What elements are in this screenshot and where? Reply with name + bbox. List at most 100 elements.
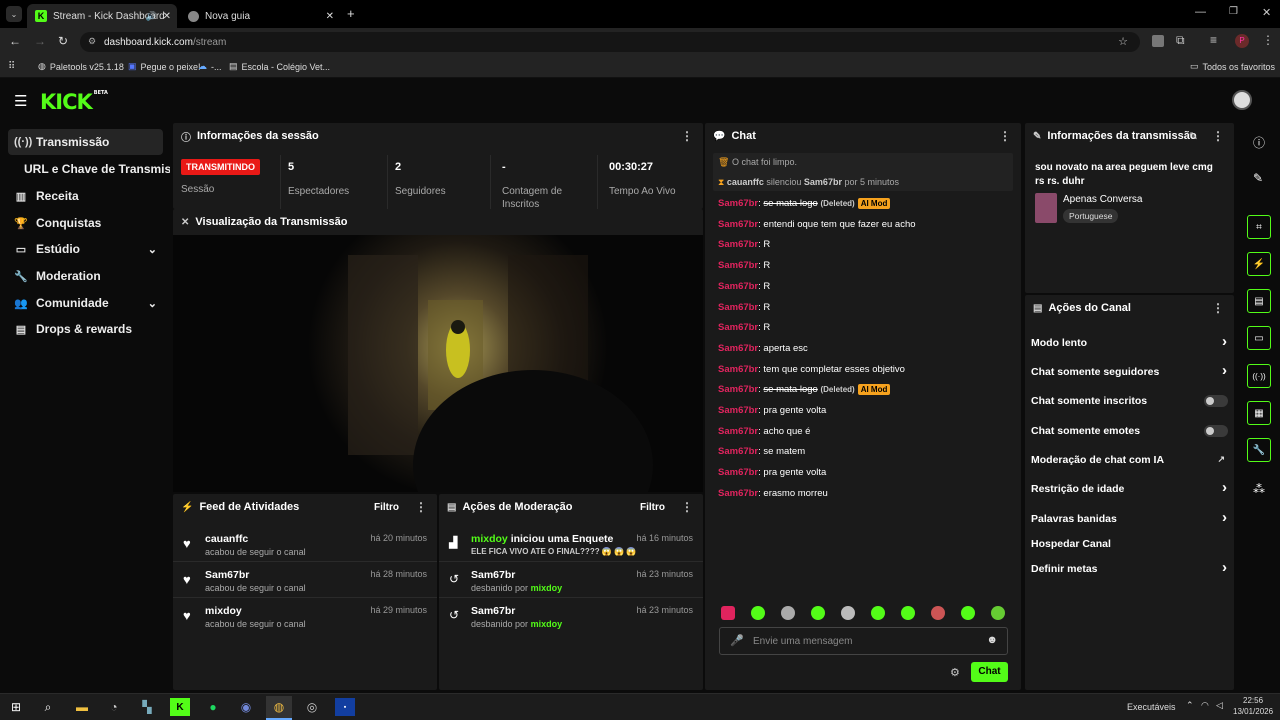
chat-settings-icon[interactable]: ⚙ xyxy=(950,666,960,679)
sidebar-item-comunidade[interactable]: 👥 Comunidade ⌄ xyxy=(8,290,163,316)
bookmark-item[interactable]: ☁ -... xyxy=(198,61,222,72)
chat-username[interactable]: Sam67br xyxy=(718,198,758,209)
emote-icon[interactable] xyxy=(871,606,885,620)
pencil-icon[interactable]: ✎ xyxy=(1253,171,1263,185)
category-name[interactable]: Apenas Conversa xyxy=(1063,194,1143,205)
action-slow-mode[interactable]: Modo lento › xyxy=(1031,333,1231,350)
bookmark-item[interactable]: ▤ Escola - Colégio Vet... xyxy=(229,61,330,72)
browser-tab-new[interactable]: Nova guia ✕ xyxy=(180,4,340,28)
more-options-icon[interactable]: ⋮ xyxy=(1212,301,1224,315)
sidebar-item-estudio[interactable]: ▭ Estúdio ⌄ xyxy=(8,236,163,262)
new-tab-button[interactable]: + xyxy=(347,6,355,21)
chat-username[interactable]: Sam67br xyxy=(718,384,758,395)
wrench-icon[interactable]: 🔧 xyxy=(1247,438,1271,462)
profile-avatar[interactable]: P xyxy=(1235,34,1249,48)
more-options-icon[interactable]: ⋮ xyxy=(415,500,427,514)
chat-username[interactable]: Sam67br xyxy=(718,219,758,230)
clock-date[interactable]: 13/01/2026 xyxy=(1233,707,1273,716)
chat-username[interactable]: Sam67br xyxy=(718,467,758,478)
puzzle-icon[interactable]: ⧉ xyxy=(1176,33,1185,48)
action-followers-only[interactable]: Chat somente seguidores › xyxy=(1031,362,1231,379)
chrome-icon[interactable]: ◍ xyxy=(266,696,292,720)
emoji-icon[interactable]: ☻ xyxy=(986,634,998,646)
filter-button[interactable]: Filtro xyxy=(640,502,665,513)
browser-tab-kick[interactable]: K Stream - Kick Dashboard 🔊 ✕ xyxy=(27,4,177,28)
action-host-channel[interactable]: Hospedar Canal xyxy=(1031,538,1231,550)
address-bar[interactable]: ⚙ dashboard.kick.com/stream ☆ xyxy=(80,32,1140,52)
moderator-name[interactable]: mixdoy xyxy=(471,533,508,545)
sidebar-item-moderation[interactable]: 🔧 Moderation xyxy=(8,263,163,289)
window-close-button[interactable]: ✕ xyxy=(1262,6,1271,19)
emote-icon[interactable] xyxy=(961,606,975,620)
emotes-only-toggle[interactable] xyxy=(1204,425,1228,437)
chat-username[interactable]: Sam67br xyxy=(718,322,758,333)
nodes-icon[interactable]: ⁂ xyxy=(1253,482,1265,496)
sidebar-item-receita[interactable]: ▥ Receita xyxy=(8,183,163,209)
sidebar-item-transmissao[interactable]: ((·)) Transmissão xyxy=(8,129,163,155)
close-icon[interactable]: ✕ xyxy=(163,11,171,22)
file-explorer-icon[interactable]: ▬ xyxy=(72,698,92,716)
edit-icon[interactable]: ✎ xyxy=(1189,130,1198,143)
more-options-icon[interactable]: ⋮ xyxy=(1212,129,1224,143)
sidebar-item-conquistas[interactable]: 🏆 Conquistas xyxy=(8,210,163,236)
media-icon[interactable]: ≡ xyxy=(1210,33,1217,47)
bookmark-star-icon[interactable]: ☆ xyxy=(1118,35,1128,48)
emote-icon[interactable] xyxy=(751,606,765,620)
chat-username[interactable]: Sam67br xyxy=(718,446,758,457)
clock-time[interactable]: 22:56 xyxy=(1243,696,1263,705)
app-icon[interactable]: ◔ xyxy=(104,698,124,716)
emote-icon[interactable] xyxy=(991,606,1005,620)
site-info-icon[interactable]: ⚙ xyxy=(88,36,96,47)
filter-button[interactable]: Filtro xyxy=(374,502,399,513)
chat-username[interactable]: Sam67br xyxy=(718,302,758,313)
emote-icon[interactable] xyxy=(811,606,825,620)
info-icon[interactable]: ⓘ xyxy=(1253,134,1265,151)
wifi-icon[interactable]: ◠ xyxy=(1201,700,1209,711)
chat-username[interactable]: Sam67br xyxy=(718,343,758,354)
chat-input[interactable]: 🎤 Envie uma mensagem ☻ xyxy=(719,627,1008,655)
user-avatar[interactable] xyxy=(1232,90,1252,110)
moderation-user[interactable]: Sam67br xyxy=(471,605,515,617)
obs-icon[interactable]: ◎ xyxy=(302,698,322,716)
crop-icon[interactable]: ⌗ xyxy=(1247,215,1271,239)
chat-username[interactable]: Sam67br xyxy=(718,239,758,250)
close-icon[interactable]: ✕ xyxy=(326,11,334,22)
search-icon[interactable]: ⌕ xyxy=(38,698,58,716)
sidebar-item-drops[interactable]: ▤ Drops & rewards xyxy=(8,316,163,342)
more-options-icon[interactable]: ⋮ xyxy=(681,500,693,514)
chat-send-button[interactable]: Chat xyxy=(971,662,1008,682)
microphone-icon[interactable]: 🎤 xyxy=(730,634,744,647)
more-options-icon[interactable]: ⋮ xyxy=(681,129,693,143)
extension-icon[interactable] xyxy=(1152,35,1164,47)
stream-video[interactable] xyxy=(173,235,703,492)
subscribers-only-toggle[interactable] xyxy=(1204,395,1228,407)
lightning-icon[interactable]: ⚡ xyxy=(1247,252,1271,276)
action-age-restriction[interactable]: Restrição de idade › xyxy=(1031,479,1231,496)
minimize-button[interactable]: — xyxy=(1195,6,1206,18)
reload-icon[interactable]: ↻ xyxy=(58,34,68,48)
discord-icon[interactable]: ◉ xyxy=(236,698,256,716)
document-icon[interactable]: ▤ xyxy=(1247,289,1271,313)
layout-icon[interactable]: ▦ xyxy=(1247,401,1271,425)
forward-icon[interactable]: → xyxy=(34,34,46,48)
emote-icon[interactable] xyxy=(931,606,945,620)
windows-start-icon[interactable]: ⊞ xyxy=(6,698,26,716)
activity-user[interactable]: cauanffc xyxy=(205,533,248,545)
action-ai-moderation[interactable]: Moderação de chat com IA ↗ xyxy=(1031,454,1231,466)
hamburger-menu-icon[interactable]: ☰ xyxy=(14,92,27,110)
action-banned-words[interactable]: Palavras banidas › xyxy=(1031,509,1231,526)
app-icon[interactable]: ▪ xyxy=(335,698,355,716)
chat-username[interactable]: Sam67br xyxy=(718,426,758,437)
all-bookmarks[interactable]: ▭ Todos os favoritos xyxy=(1190,61,1275,72)
moderation-user[interactable]: Sam67br xyxy=(471,569,515,581)
kick-logo[interactable]: KICK BETA xyxy=(40,90,108,114)
more-options-icon[interactable]: ⋮ xyxy=(999,129,1011,143)
bookmark-item[interactable]: ▣ Pegue o peixe! xyxy=(128,61,201,72)
chat-username[interactable]: Sam67br xyxy=(718,364,758,375)
system-target[interactable]: Sam67br xyxy=(804,177,842,187)
moderator-name[interactable]: mixdoy xyxy=(531,619,563,629)
tray-label[interactable]: Executáveis xyxy=(1127,702,1176,712)
activity-user[interactable]: mixdoy xyxy=(205,605,242,617)
emote-icon[interactable] xyxy=(721,606,735,620)
tray-chevron-icon[interactable]: ⌃ xyxy=(1186,700,1194,711)
